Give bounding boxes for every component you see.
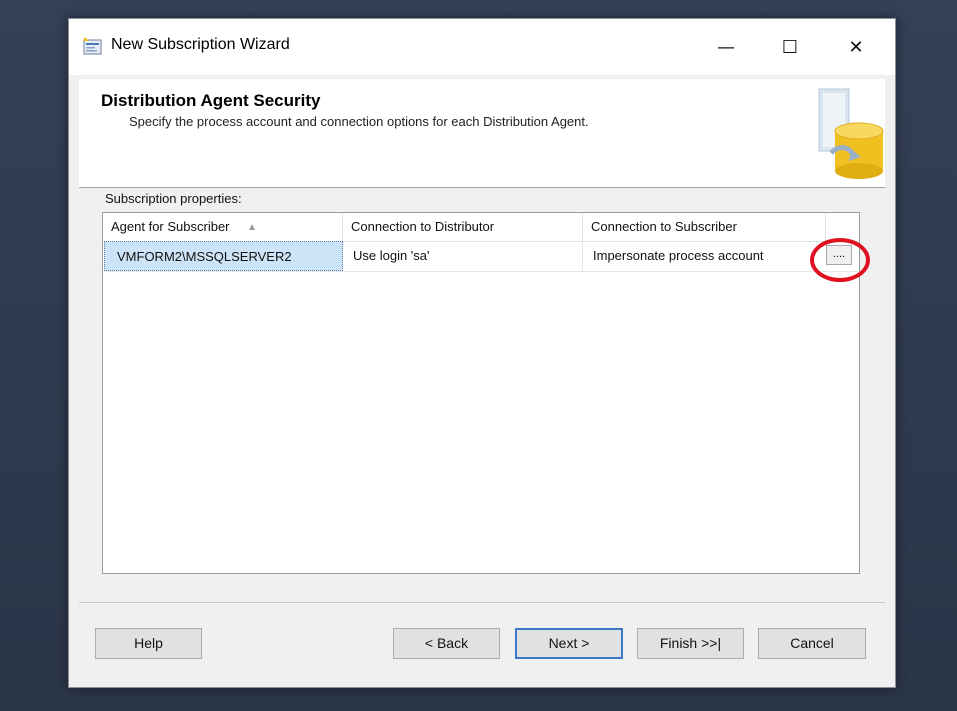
browse-button[interactable]: .... — [826, 245, 852, 265]
page-title: Distribution Agent Security — [101, 91, 321, 110]
table-row[interactable]: VMFORM2\MSSQLSERVER2 Use login 'sa' Impe… — [103, 241, 859, 272]
subscription-properties-grid: Agent for Subscriber ▲ Connection to Dis… — [102, 212, 860, 574]
wizard-header: Distribution Agent Security Specify the … — [79, 79, 885, 188]
close-button[interactable]: ✕ — [825, 19, 887, 75]
footer-divider — [79, 602, 885, 603]
cancel-button[interactable]: Cancel — [758, 628, 866, 659]
help-button[interactable]: Help — [95, 628, 202, 659]
window-title: New Subscription Wizard — [111, 36, 290, 53]
column-header-agent[interactable]: Agent for Subscriber ▲ — [103, 213, 343, 241]
minimize-button[interactable]: — — [695, 19, 757, 75]
cell-subscriber-connection[interactable]: Impersonate process account — [583, 241, 823, 271]
grid-header: Agent for Subscriber ▲ Connection to Dis… — [103, 213, 859, 242]
title-bar[interactable]: New Subscription Wizard — ☐ ✕ — [69, 19, 895, 75]
maximize-button[interactable]: ☐ — [759, 19, 821, 75]
column-header-label: Agent for Subscriber — [111, 219, 230, 234]
close-icon: ✕ — [848, 36, 864, 58]
cell-distributor-connection[interactable]: Use login 'sa' — [343, 241, 583, 271]
sort-ascending-icon: ▲ — [247, 221, 258, 233]
wizard-window-icon — [83, 37, 102, 55]
next-button[interactable]: Next > — [515, 628, 623, 659]
maximize-icon: ☐ — [781, 36, 799, 58]
column-header-label: Connection to Distributor — [351, 219, 495, 234]
page-subtitle: Specify the process account and connecti… — [129, 114, 589, 129]
column-header-distributor[interactable]: Connection to Distributor — [343, 213, 583, 241]
minimize-icon: — — [717, 36, 735, 58]
database-wizard-graphic — [818, 88, 884, 179]
finish-button[interactable]: Finish >>| — [637, 628, 744, 659]
column-header-label: Connection to Subscriber — [591, 219, 737, 234]
cell-agent[interactable]: VMFORM2\MSSQLSERVER2 — [104, 241, 343, 271]
subscription-properties-label: Subscription properties: — [105, 191, 242, 206]
back-button[interactable]: < Back — [393, 628, 500, 659]
wizard-window: New Subscription Wizard — ☐ ✕ Distributi… — [68, 18, 896, 688]
column-header-subscriber[interactable]: Connection to Subscriber — [583, 213, 826, 241]
